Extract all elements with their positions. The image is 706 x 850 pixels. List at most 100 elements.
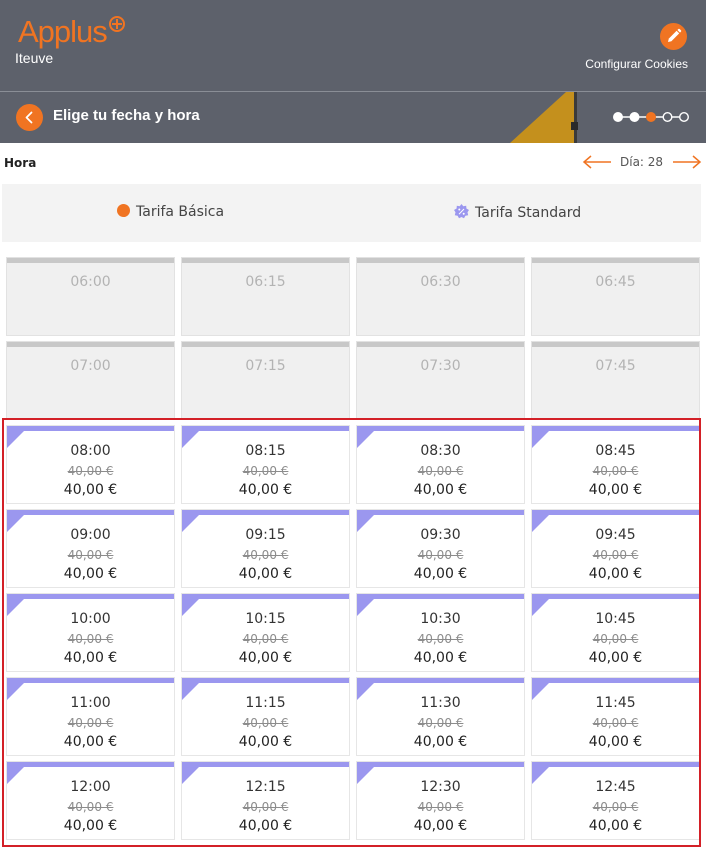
slot-old-price: 40,00 € (592, 548, 639, 562)
app-header: Applus Iteuve Configurar Cookies Elige t… (0, 0, 706, 143)
slot-old-price: 40,00 € (242, 464, 289, 478)
slot-time: 07:15 (245, 358, 286, 374)
slot-old-price: 40,00 € (67, 800, 114, 814)
logo-text: Applus (18, 14, 108, 49)
slot-price: 40,00 € (588, 482, 643, 498)
time-slot[interactable]: 09:30 40,00 € 40,00 € (356, 509, 525, 588)
slot-old-price: 40,00 € (67, 548, 114, 562)
slot-top-bar (7, 510, 174, 515)
slot-time: 09:45 (595, 527, 636, 543)
slot-time: 08:30 (420, 443, 461, 459)
time-slot[interactable]: 08:00 40,00 € 40,00 € (6, 425, 175, 504)
time-slot[interactable]: 11:45 40,00 € 40,00 € (531, 677, 700, 756)
slot-top-bar (182, 510, 349, 515)
edit-button[interactable] (660, 23, 687, 50)
slot-top-bar (357, 258, 524, 263)
time-slot: 07:45 (531, 341, 700, 420)
slot-price: 40,00 € (588, 734, 643, 750)
configure-cookies-link[interactable]: Configurar Cookies (560, 57, 688, 71)
step-dot (678, 111, 689, 123)
slot-top-bar (532, 258, 699, 263)
slot-time: 11:00 (70, 695, 111, 711)
time-slot[interactable]: 12:45 40,00 € 40,00 € (531, 761, 700, 840)
slot-top-bar (357, 426, 524, 431)
time-slot[interactable]: 12:00 40,00 € 40,00 € (6, 761, 175, 840)
slot-time: 10:00 (70, 611, 111, 627)
slot-price: 40,00 € (63, 818, 118, 834)
slot-old-price: 40,00 € (242, 800, 289, 814)
time-slot[interactable]: 11:00 40,00 € 40,00 € (6, 677, 175, 756)
slot-top-bar (182, 258, 349, 263)
time-slot[interactable]: 09:00 40,00 € 40,00 € (6, 509, 175, 588)
slot-old-price: 40,00 € (592, 800, 639, 814)
slot-price: 40,00 € (238, 650, 293, 666)
step-progress (613, 111, 689, 123)
slot-top-bar (182, 678, 349, 683)
slot-top-bar (357, 594, 524, 599)
slot-price: 40,00 € (63, 482, 118, 498)
header-divider (0, 91, 706, 92)
time-slot[interactable]: 11:30 40,00 € 40,00 € (356, 677, 525, 756)
slot-time: 11:30 (420, 695, 461, 711)
slot-time: 09:00 (70, 527, 111, 543)
slot-old-price: 40,00 € (592, 464, 639, 478)
time-slot[interactable]: 12:30 40,00 € 40,00 € (356, 761, 525, 840)
slot-top-bar (7, 594, 174, 599)
header-decoration (510, 92, 578, 143)
time-slot[interactable]: 08:30 40,00 € 40,00 € (356, 425, 525, 504)
slot-price: 40,00 € (63, 734, 118, 750)
time-slot[interactable]: 09:15 40,00 € 40,00 € (181, 509, 350, 588)
slot-time: 12:00 (70, 779, 111, 795)
slot-top-bar (7, 678, 174, 683)
time-slot: 06:15 (181, 257, 350, 336)
slot-time: 07:45 (595, 358, 636, 374)
slot-time: 08:15 (245, 443, 286, 459)
slot-price: 40,00 € (588, 566, 643, 582)
time-slot[interactable]: 12:15 40,00 € 40,00 € (181, 761, 350, 840)
back-button[interactable] (16, 104, 43, 131)
slot-old-price: 40,00 € (242, 548, 289, 562)
slot-time: 07:00 (70, 358, 111, 374)
previous-day-arrow-icon[interactable] (582, 151, 612, 173)
slot-time: 06:15 (245, 274, 286, 290)
slot-old-price: 40,00 € (242, 632, 289, 646)
slot-top-bar (182, 342, 349, 347)
slot-time: 06:45 (595, 274, 636, 290)
time-slot[interactable]: 11:15 40,00 € 40,00 € (181, 677, 350, 756)
slot-price: 40,00 € (238, 734, 293, 750)
slot-time: 11:45 (595, 695, 636, 711)
slot-time: 10:15 (245, 611, 286, 627)
legend-standard: Tarifa Standard (454, 204, 581, 221)
slot-old-price: 40,00 € (67, 632, 114, 646)
slot-price: 40,00 € (238, 482, 293, 498)
time-slot: 06:45 (531, 257, 700, 336)
slot-time: 10:30 (420, 611, 461, 627)
slot-top-bar (7, 342, 174, 347)
time-slot[interactable]: 10:30 40,00 € 40,00 € (356, 593, 525, 672)
time-slot[interactable]: 10:45 40,00 € 40,00 € (531, 593, 700, 672)
slot-old-price: 40,00 € (592, 716, 639, 730)
time-slot[interactable]: 10:00 40,00 € 40,00 € (6, 593, 175, 672)
slot-time: 06:30 (420, 274, 461, 290)
slot-price: 40,00 € (238, 818, 293, 834)
time-slot[interactable]: 08:45 40,00 € 40,00 € (531, 425, 700, 504)
slot-top-bar (7, 762, 174, 767)
time-slot[interactable]: 09:45 40,00 € 40,00 € (531, 509, 700, 588)
slot-old-price: 40,00 € (592, 632, 639, 646)
slot-old-price: 40,00 € (67, 464, 114, 478)
logo-plus-icon (109, 16, 125, 32)
slot-time: 09:15 (245, 527, 286, 543)
sub-brand: Iteuve (15, 50, 54, 66)
time-slot[interactable]: 08:15 40,00 € 40,00 € (181, 425, 350, 504)
slot-price: 40,00 € (413, 482, 468, 498)
legend-standard-label: Tarifa Standard (475, 205, 582, 221)
slot-top-bar (532, 510, 699, 515)
slot-old-price: 40,00 € (417, 800, 464, 814)
slot-old-price: 40,00 € (417, 632, 464, 646)
step-dot-current (646, 112, 656, 122)
slot-old-price: 40,00 € (67, 716, 114, 730)
next-day-arrow-icon[interactable] (672, 151, 702, 173)
slot-time: 08:00 (70, 443, 111, 459)
slot-top-bar (182, 594, 349, 599)
time-slot[interactable]: 10:15 40,00 € 40,00 € (181, 593, 350, 672)
